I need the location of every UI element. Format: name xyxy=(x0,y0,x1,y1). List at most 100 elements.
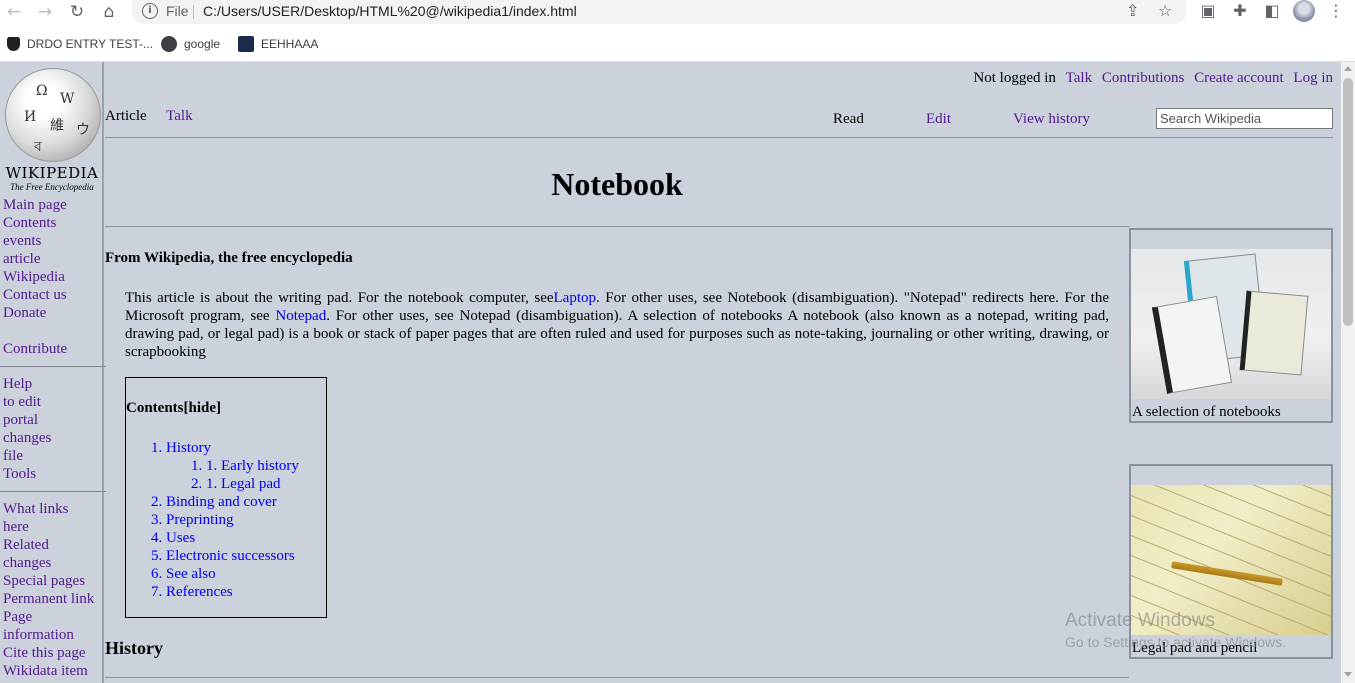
ruled-line xyxy=(1131,495,1331,579)
sidebar-divider xyxy=(0,491,106,492)
sidebar-item-related[interactable]: Related xyxy=(3,536,103,554)
sidebar-item-here[interactable]: here xyxy=(3,518,103,536)
section-divider xyxy=(105,677,1129,678)
sidebar-item-article[interactable]: article xyxy=(3,250,103,268)
sidebar-item-contact-us[interactable]: Contact us xyxy=(3,286,103,304)
header-divider xyxy=(105,137,1333,138)
pencil-shape xyxy=(1171,561,1283,586)
globe-icon xyxy=(161,35,177,52)
file-label: File xyxy=(166,3,189,19)
sidebar-item-donate[interactable]: Donate xyxy=(3,304,103,322)
toc-item-electronic-successors[interactable]: 5. Electronic successors xyxy=(151,547,299,565)
toc-item-legal-pad[interactable]: 2. 1. Legal pad xyxy=(151,475,299,493)
site-info-icon[interactable]: i xyxy=(142,3,158,19)
sidebar-item-events[interactable]: events xyxy=(3,232,103,250)
menu-kebab-icon[interactable]: ⋮ xyxy=(1326,1,1346,20)
browser-toolbar: ← → ↻ ⌂ i File C:/Users/USER/Desktop/HTM… xyxy=(0,0,1355,26)
toc-item-binding-and-cover[interactable]: 2. Binding and cover xyxy=(151,493,299,511)
address-bar[interactable]: i File C:/Users/USER/Desktop/HTML%20@/wi… xyxy=(132,0,1186,24)
tab-edit[interactable]: Edit xyxy=(926,111,951,128)
bookmark-google[interactable]: google xyxy=(161,35,220,53)
logo-wordmark: WIKIPEDIA xyxy=(5,164,99,182)
notepad-link[interactable]: Notepad xyxy=(275,308,326,324)
profile-avatar[interactable] xyxy=(1293,0,1315,22)
sidebar: Ω W И 維 ウ ব WIKIPEDIA The Free Encyclope… xyxy=(0,62,106,683)
contributions-link[interactable]: Contributions xyxy=(1102,70,1185,86)
site-icon xyxy=(238,35,254,52)
intro-text: This article is about the writing pad. F… xyxy=(125,290,554,306)
forward-icon[interactable]: → xyxy=(32,0,58,24)
sidebar-item-cite-this-page[interactable]: Cite this page xyxy=(3,644,103,662)
scroll-thumb[interactable] xyxy=(1343,78,1353,326)
logo-tagline: The Free Encyclopedia xyxy=(10,182,94,192)
sidebar-item-related-changes[interactable]: changes xyxy=(3,554,103,572)
sidebar-item-wikidata-item[interactable]: Wikidata item xyxy=(3,662,103,680)
search-input[interactable]: Search Wikipedia xyxy=(1156,108,1333,129)
sidebar-item-changes[interactable]: changes xyxy=(3,429,103,447)
page-title: Notebook xyxy=(551,166,683,202)
sidebar-item-permanent-link[interactable]: Permanent link xyxy=(3,590,103,608)
bookmark-drdo[interactable]: DRDO ENTRY TEST-... xyxy=(7,35,153,53)
tab-talk[interactable]: Talk xyxy=(166,108,192,124)
url-text[interactable]: C:/Users/USER/Desktop/HTML%20@/wikipedia… xyxy=(203,3,577,19)
toc-item-early-history[interactable]: 1. 1. Early history xyxy=(151,457,299,475)
scroll-down-icon[interactable] xyxy=(1344,672,1352,677)
bookmark-star-icon[interactable]: ☆ xyxy=(1158,1,1172,20)
sidebar-item-special-pages[interactable]: Special pages xyxy=(3,572,103,590)
wikipedia-logo[interactable]: Ω W И 維 ウ ব WIKIPEDIA The Free Encyclope… xyxy=(2,68,102,192)
share-icon[interactable]: ⇪ xyxy=(1126,1,1139,20)
tab-view-history[interactable]: View history xyxy=(1013,111,1090,128)
notebooks-image[interactable] xyxy=(1131,249,1331,399)
sidebar-item-page[interactable]: Page xyxy=(3,608,103,626)
sidebar-item-file[interactable]: file xyxy=(3,447,103,465)
omnibox-divider xyxy=(193,5,194,19)
sidebar-item-help[interactable]: Help xyxy=(3,375,103,393)
sidebar-navigation: Main page Contents events article Wikipe… xyxy=(0,196,106,680)
watermark-title: Activate Windows xyxy=(1065,610,1215,631)
toc-item-history[interactable]: 1. History xyxy=(151,439,299,457)
toc-list: 1. History 1. 1. Early history 2. 1. Leg… xyxy=(151,439,299,601)
toc-item-references[interactable]: 7. References xyxy=(151,583,299,601)
personal-tools: Not logged in Talk Contributions Create … xyxy=(967,70,1333,87)
laptop-link[interactable]: Laptop xyxy=(554,290,597,306)
title-divider xyxy=(105,226,1129,227)
toc-heading[interactable]: Contents[hide] xyxy=(126,400,221,417)
sidebar-item-wikipedia[interactable]: Wikipedia xyxy=(3,268,103,286)
sidebar-item-to-edit[interactable]: to edit xyxy=(3,393,103,411)
sidebar-item-portal[interactable]: portal xyxy=(3,411,103,429)
sidebar-item-contribute[interactable]: Contribute xyxy=(3,340,103,358)
tab-article[interactable]: Article xyxy=(105,108,147,124)
scroll-up-icon[interactable] xyxy=(1344,66,1352,71)
back-icon[interactable]: ← xyxy=(1,0,27,24)
not-logged-in-text: Not logged in xyxy=(973,70,1056,86)
sidebar-item-what-links[interactable]: What links xyxy=(3,500,103,518)
toc-item-uses[interactable]: 4. Uses xyxy=(151,529,299,547)
sidebar-item-tools[interactable]: Tools xyxy=(3,465,103,483)
intro-paragraph: This article is about the writing pad. F… xyxy=(125,289,1109,361)
bookmark-eehhaaa[interactable]: EEHHAAA xyxy=(238,35,318,53)
tab-read[interactable]: Read xyxy=(833,111,864,128)
extensions-icon[interactable]: ✚ xyxy=(1230,1,1250,20)
site-subtitle: From Wikipedia, the free encyclopedia xyxy=(105,250,353,266)
reload-icon[interactable]: ↻ xyxy=(64,0,90,24)
sidebar-divider xyxy=(0,366,106,367)
toc-item-see-also[interactable]: 6. See also xyxy=(151,565,299,583)
sidebar-item-information[interactable]: information xyxy=(3,626,103,644)
page-scrollbar[interactable] xyxy=(1341,62,1355,683)
table-of-contents: Contents[hide] 1. History 1. 1. Early hi… xyxy=(125,377,327,618)
toc-item-preprinting[interactable]: 3. Preprinting xyxy=(151,511,299,529)
create-account-link[interactable]: Create account xyxy=(1194,70,1284,86)
log-in-link[interactable]: Log in xyxy=(1293,70,1333,86)
ruled-line xyxy=(1131,485,1331,519)
side-panel-icon[interactable]: ◧ xyxy=(1262,1,1282,20)
history-heading: History xyxy=(105,638,163,658)
sidebar-item-main-page[interactable]: Main page xyxy=(3,196,103,214)
sidebar-item-contents[interactable]: Contents xyxy=(3,214,103,232)
puzzle-globe-icon: Ω W И 維 ウ ব xyxy=(5,68,101,162)
page-viewport: Ω W И 維 ウ ব WIKIPEDIA The Free Encyclope… xyxy=(0,62,1341,683)
talk-link[interactable]: Talk xyxy=(1066,70,1092,86)
watermark-subtitle: Go to Settings to activate Windows. xyxy=(1065,634,1286,650)
tab-search-icon[interactable]: ▣ xyxy=(1198,1,1218,20)
home-icon[interactable]: ⌂ xyxy=(96,0,122,24)
